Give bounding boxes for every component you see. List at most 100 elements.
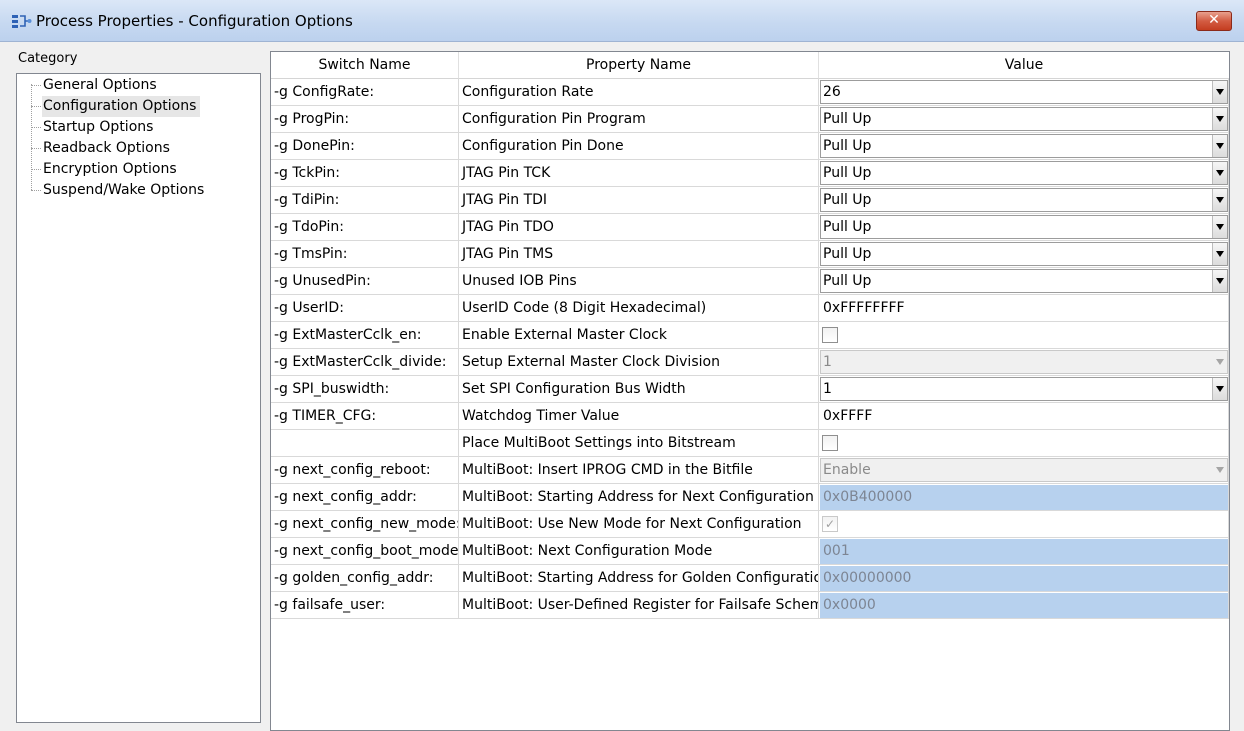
value-checkbox[interactable] [822,435,838,451]
property-name-cell: MultiBoot: Use New Mode for Next Configu… [459,511,819,538]
value-text-field[interactable]: 0xFFFFFFFF [823,295,905,321]
header-switch-name[interactable]: Switch Name [271,52,459,79]
disabled-field-value: 001 [823,543,850,559]
table-row[interactable]: -g next_config_new_mode: MultiBoot: Use N… [271,511,1229,538]
close-button[interactable]: ✕ [1196,11,1232,31]
property-name-cell: Enable External Master Clock [459,322,819,349]
table-row[interactable]: -g ExtMasterCclk_en: Enable External Mast… [271,322,1229,349]
table-row[interactable]: -g DonePin: Configuration Pin Done Pull Up [271,133,1229,160]
category-item[interactable]: Configuration Options [17,96,257,117]
property-name-cell: MultiBoot: User-Defined Register for Fai… [459,592,819,619]
switch-name-cell: -g TdoPin: [271,214,459,241]
table-row[interactable]: -g ExtMasterCclk_divide: Setup External M… [271,349,1229,376]
value-dropdown: Enable [820,458,1228,482]
property-name-cell: Configuration Pin Done [459,133,819,160]
value-dropdown[interactable]: 1 [820,377,1228,401]
category-item[interactable]: Encryption Options [17,159,257,180]
switch-name-cell: -g next_config_new_mode: [271,511,459,538]
dropdown-button[interactable] [1212,189,1227,211]
tree-connector [31,190,41,191]
switch-name-cell: -g UnusedPin: [271,268,459,295]
dropdown-button[interactable] [1212,81,1227,103]
category-item[interactable]: General Options [17,75,257,96]
property-grid: Switch Name Property Name Value -g Confi… [270,51,1230,731]
process-properties-icon [12,15,32,28]
value-dropdown[interactable]: Pull Up [820,269,1228,293]
value-cell: 0x0000 [819,592,1229,619]
switch-name-cell: -g ExtMasterCclk_divide: [271,349,459,376]
dropdown-button[interactable] [1212,243,1227,265]
value-cell: Pull Up [819,160,1229,187]
chevron-down-icon [1216,143,1224,149]
value-dropdown[interactable]: Pull Up [820,134,1228,158]
switch-name-cell: -g next_config_boot_mode: [271,538,459,565]
dropdown-button[interactable] [1212,216,1227,238]
tree-connector [31,148,41,149]
table-row[interactable]: -g UnusedPin: Unused IOB Pins Pull Up [271,268,1229,295]
table-row[interactable]: -g next_config_addr: MultiBoot: Starting … [271,484,1229,511]
dropdown-button[interactable] [1212,135,1227,157]
table-row[interactable]: -g ConfigRate: Configuration Rate 26 [271,79,1229,106]
value-cell: Pull Up [819,187,1229,214]
table-row[interactable]: -g ProgPin: Configuration Pin Program Pull… [271,106,1229,133]
property-name-cell: MultiBoot: Starting Address for Next Con… [459,484,819,511]
switch-name-cell [271,430,459,457]
table-row[interactable]: -g UserID: UserID Code (8 Digit Hexadecim… [271,295,1229,322]
tree-connector [31,169,41,170]
dropdown-value: Enable [823,462,871,478]
value-dropdown[interactable]: Pull Up [820,188,1228,212]
table-row[interactable]: -g golden_config_addr: MultiBoot: Startin… [271,565,1229,592]
table-row[interactable]: -g next_config_reboot: MultiBoot: Insert … [271,457,1229,484]
value-dropdown[interactable]: Pull Up [820,161,1228,185]
category-item[interactable]: Suspend/Wake Options [17,180,257,201]
dropdown-button[interactable] [1212,162,1227,184]
value-dropdown[interactable]: Pull Up [820,215,1228,239]
value-cell: 0x0B400000 [819,484,1229,511]
dropdown-value: Pull Up [823,138,872,154]
switch-name-cell: -g failsafe_user: [271,592,459,619]
chevron-down-icon [1216,89,1224,95]
property-name-cell: JTAG Pin TCK [459,160,819,187]
table-row[interactable]: -g SPI_buswidth: Set SPI Configuration Bu… [271,376,1229,403]
value-checkbox[interactable] [822,327,838,343]
switch-name-cell: -g ExtMasterCclk_en: [271,322,459,349]
table-row[interactable]: -g next_config_boot_mode: MultiBoot: Next… [271,538,1229,565]
table-row[interactable]: -g TmsPin: JTAG Pin TMS Pull Up [271,241,1229,268]
value-checkbox-checked: ✓ [822,516,838,532]
value-cell: 1 [819,376,1229,403]
value-cell: 001 [819,538,1229,565]
category-item[interactable]: Readback Options [17,138,257,159]
chevron-down-icon [1216,251,1224,257]
header-value[interactable]: Value [819,52,1229,79]
value-cell: 26 [819,79,1229,106]
value-disabled-field: 0x0000 [820,593,1228,618]
table-row[interactable]: Place MultiBoot Settings into Bitstream [271,430,1229,457]
close-icon: ✕ [1208,12,1220,28]
value-disabled-field: 001 [820,539,1228,564]
dropdown-button[interactable] [1212,378,1227,400]
value-dropdown[interactable]: Pull Up [820,242,1228,266]
property-name-cell: JTAG Pin TDO [459,214,819,241]
chevron-down-icon [1216,386,1224,392]
value-dropdown[interactable]: 26 [820,80,1228,104]
table-row[interactable]: -g TdoPin: JTAG Pin TDO Pull Up [271,214,1229,241]
property-name-cell: MultiBoot: Insert IPROG CMD in the Bitfi… [459,457,819,484]
category-item-label: Configuration Options [42,96,201,117]
table-row[interactable]: -g TdiPin: JTAG Pin TDI Pull Up [271,187,1229,214]
value-dropdown[interactable]: Pull Up [820,107,1228,131]
value-disabled-field: 0x00000000 [820,566,1228,591]
value-cell [819,322,1229,349]
dropdown-button[interactable] [1212,108,1227,130]
table-row[interactable]: -g TckPin: JTAG Pin TCK Pull Up [271,160,1229,187]
category-tree[interactable]: General Options Configuration Options Star… [16,73,261,723]
property-name-cell: Unused IOB Pins [459,268,819,295]
value-cell: Pull Up [819,241,1229,268]
table-row[interactable]: -g failsafe_user: MultiBoot: User-Defined… [271,592,1229,619]
header-property-name[interactable]: Property Name [459,52,819,79]
value-text-field[interactable]: 0xFFFF [823,403,872,429]
property-name-cell: Configuration Rate [459,79,819,106]
table-row[interactable]: -g TIMER_CFG: Watchdog Timer Value 0xFFFF [271,403,1229,430]
category-item[interactable]: Startup Options [17,117,257,138]
dropdown-button[interactable] [1212,270,1227,292]
value-cell [819,430,1229,457]
